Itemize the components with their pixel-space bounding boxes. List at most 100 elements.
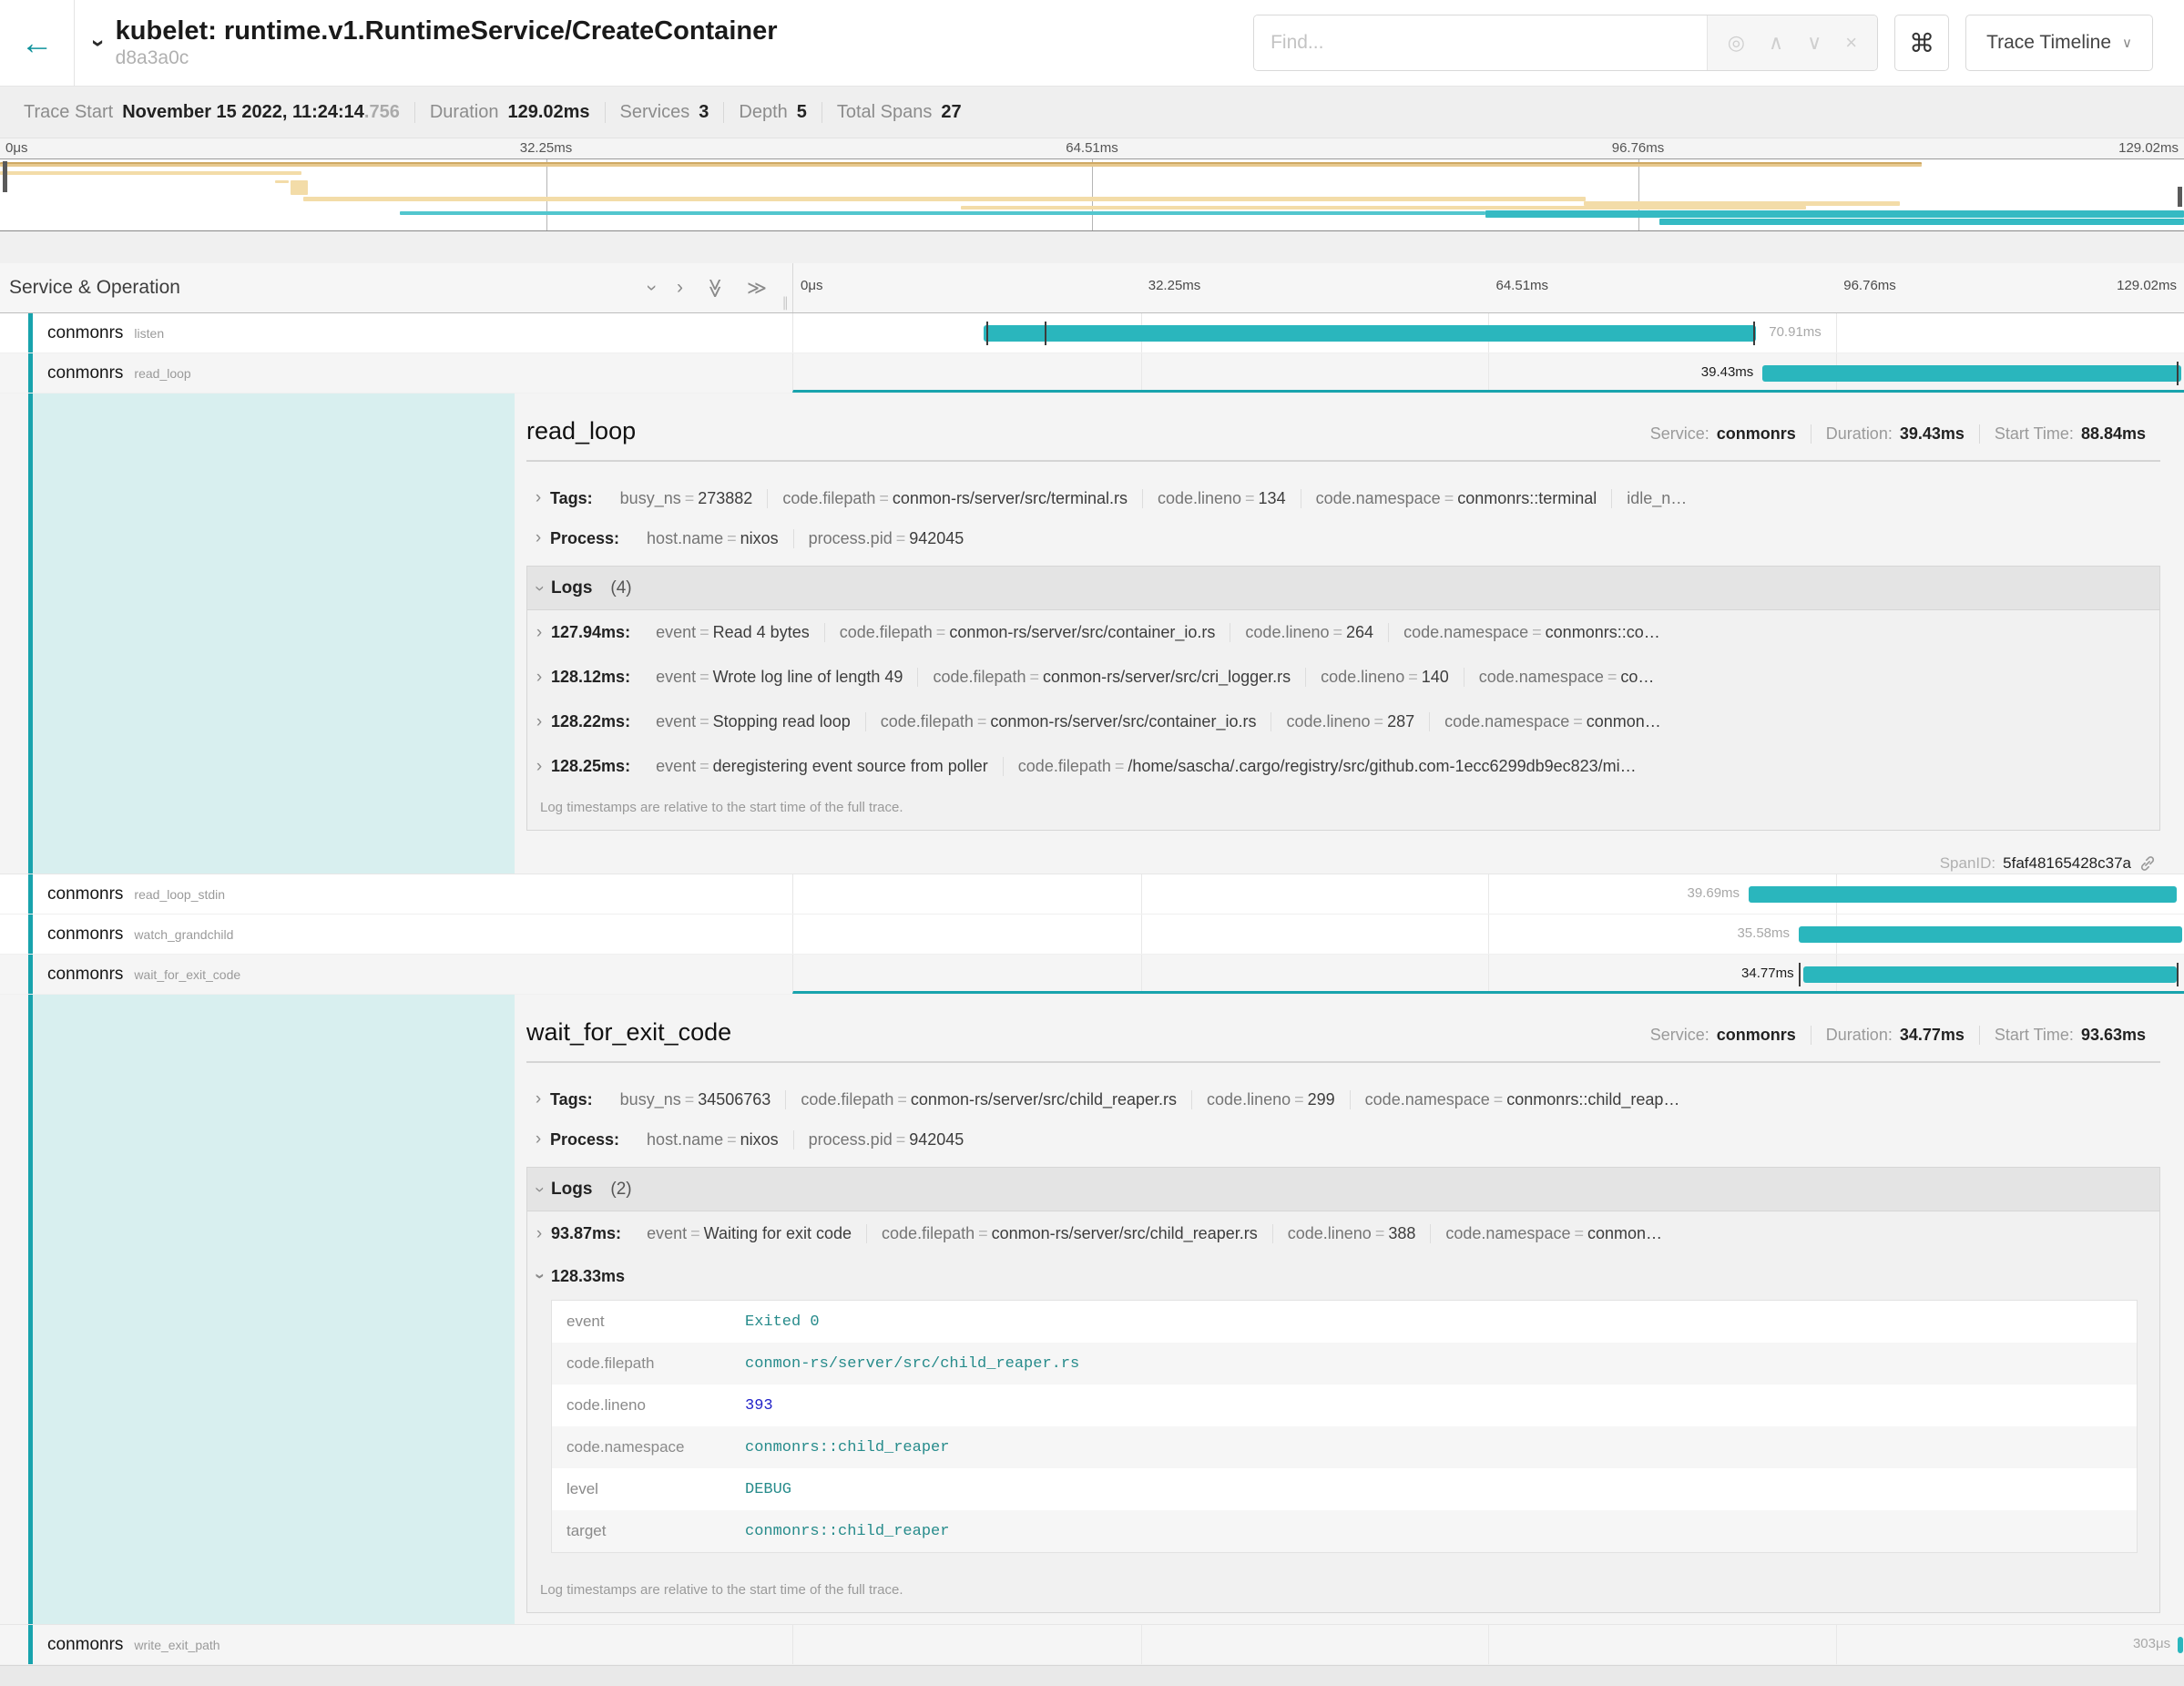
keyboard-shortcuts-button[interactable]: ⌘ [1894,15,1949,71]
span-row-watch-grandchild: conmonrs watch_grandchild 35.58ms [0,915,2184,955]
log-field: code.namespace=conmon… [1430,1224,1677,1243]
log-entry[interactable]: › 127.94ms: event=Read 4 bytes code.file… [527,610,2159,655]
collapse-one-icon[interactable]: › [641,285,663,291]
log-entry[interactable]: › 128.22ms: event=Stopping read loop cod… [527,700,2159,744]
span-duration-bar[interactable] [1749,886,2177,903]
log-key: code.filepath [882,1224,975,1242]
span-duration-bar[interactable] [984,325,1755,342]
log-value: conmon-rs/server/src/container_io.rs [990,712,1256,731]
stat-value: 5 [797,102,807,123]
stat-label: Service: [1650,424,1709,443]
stat-value: 129.02ms [507,102,589,123]
link-icon[interactable] [2138,854,2157,874]
span-operation-name: watch_grandchild [134,927,233,942]
minimap-gridline [1638,159,1639,230]
tag-value: 273882 [698,489,752,507]
log-entry-expanded-header[interactable]: › 128.33ms [527,1256,2159,1296]
logs-accordion-header[interactable]: › Logs (2) [527,1168,2159,1211]
expand-one-icon[interactable]: › [677,277,683,299]
table-value: DEBUG [745,1481,791,1498]
chevron-right-icon: › [526,1129,550,1150]
equals-sign: = [696,668,713,686]
log-value: Waiting for exit code [704,1224,852,1242]
equals-sign: = [696,757,713,775]
equals-sign: = [1441,489,1458,507]
span-duration-label: 39.43ms [1701,364,1763,380]
next-match-icon[interactable]: ∨ [1807,31,1822,55]
span-duration-bar[interactable] [1799,926,2182,943]
tag-key: code.lineno [1158,489,1241,507]
span-name-cell[interactable]: conmonrs listen [0,313,792,353]
stat-value: conmonrs [1717,424,1796,443]
ruler-tick: 0μs [5,140,28,156]
prev-match-icon[interactable]: ∧ [1769,31,1783,55]
expand-all-icon[interactable]: ≫ [747,277,767,300]
trace-id: d8a3a0c [116,46,778,70]
span-name-cell[interactable]: conmonrs read_loop_stdin [0,874,792,914]
log-key: code.lineno [1286,712,1370,731]
equals-sign: = [696,712,713,731]
log-key: code.lineno [1245,623,1329,641]
span-duration-bar[interactable] [1803,966,2178,983]
process-row[interactable]: › Process: host.name=nixos process.pid=9… [526,1119,2160,1160]
depth-stat: Depth 5 [723,102,822,123]
span-row-read-loop-stdin: conmonrs read_loop_stdin 39.69ms [0,874,2184,915]
trace-view-selector[interactable]: Trace Timeline ∨ [1965,15,2153,71]
span-duration-bar[interactable] [1762,365,2181,382]
tags-row[interactable]: › Tags: busy_ns=34506763 code.filepath=c… [526,1079,2160,1119]
span-name-cell[interactable]: conmonrs write_exit_path [0,1625,792,1664]
table-row: eventExited 0 [552,1301,2137,1343]
log-entry[interactable]: › 93.87ms: event=Waiting for exit code c… [527,1211,2159,1256]
log-entry[interactable]: › 128.25ms: event=deregistering event so… [527,744,2159,789]
match-target-icon[interactable]: ◎ [1728,31,1745,55]
stat-label: Depth [739,102,787,123]
tag-key: idle_n… [1627,489,1687,507]
span-name-cell[interactable]: conmonrs wait_for_exit_code [0,955,792,994]
detail-start-time-stat: Start Time:93.63ms [1979,1026,2160,1045]
span-name-cell[interactable]: conmonrs read_loop [0,353,792,393]
span-duration-label: 39.69ms [1688,885,1750,901]
equals-sign: = [875,489,893,507]
process-row[interactable]: › Process: host.name=nixos process.pid=9… [526,518,2160,558]
ruler-tick: 0μs [801,278,823,293]
span-name-cell[interactable]: conmonrs watch_grandchild [0,915,792,954]
log-field: code.namespace=conmonrs::co… [1388,623,1675,642]
log-value: 264 [1346,623,1373,641]
back-button[interactable]: ← [0,0,75,87]
equals-sign: = [975,1224,992,1242]
table-key: level [552,1480,745,1498]
equals-sign: = [1241,489,1259,507]
detail-start-time-stat: Start Time:88.84ms [1979,424,2160,444]
equals-sign: = [681,1090,699,1109]
stat-label: Duration: [1826,424,1893,443]
detail-divider [526,460,2160,462]
logs-accordion: › Logs (2) › 93.87ms: event=Waiting for … [526,1167,2160,1613]
timeline-header-row: Service & Operation › › ≫ ≫ ∥ 0μs 32.25m… [0,263,2184,313]
span-service-name: conmonrs [47,1635,123,1655]
find-input[interactable] [1254,15,1707,70]
minimap-canvas[interactable] [0,158,2184,231]
process-field: process.pid=942045 [793,529,979,548]
log-key: code.filepath [840,623,933,641]
chevron-right-icon: › [527,757,551,777]
detail-duration-stat: Duration:39.43ms [1811,424,1979,444]
span-duration-bar[interactable] [2178,1637,2183,1653]
tag-key: busy_ns [620,489,681,507]
log-marker [986,322,988,345]
tags-row[interactable]: › Tags: busy_ns=273882 code.filepath=con… [526,478,2160,518]
log-field: code.filepath=conmon-rs/server/src/cri_l… [917,668,1305,687]
tags-label: Tags: [550,1090,593,1109]
clear-find-icon[interactable]: × [1845,31,1857,55]
chevron-down-icon[interactable]: › [85,39,113,47]
log-field: code.lineno=287 [1271,712,1429,731]
chevron-right-icon: › [527,668,551,688]
minimap-left-drag-handle[interactable] [3,161,7,192]
column-resize-handle[interactable]: ∥ [782,294,790,311]
log-entry[interactable]: › 128.12ms: event=Wrote log line of leng… [527,655,2159,700]
logs-accordion-header[interactable]: › Logs (4) [527,567,2159,610]
equals-sign: = [1570,1224,1587,1242]
collapse-all-icon[interactable]: ≫ [704,278,727,298]
ruler-tick: 32.25ms [1148,278,1201,293]
log-value: /home/sascha/.cargo/registry/src/github.… [1128,757,1636,775]
minimap-right-drag-handle[interactable] [2178,187,2182,207]
